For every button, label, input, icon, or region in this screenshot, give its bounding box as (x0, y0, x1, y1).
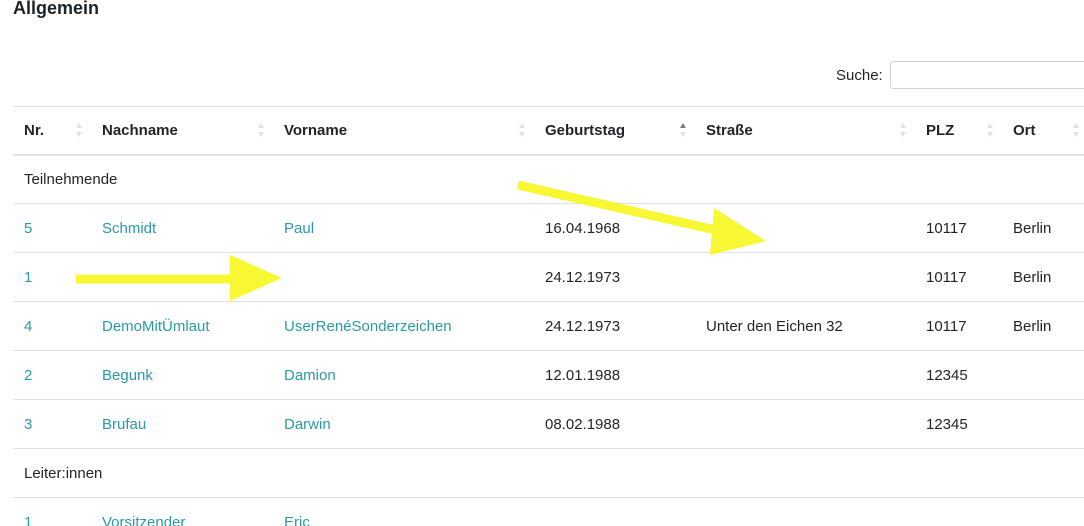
cell-nachname[interactable] (91, 252, 273, 302)
cell-nachname[interactable]: Begunk (91, 350, 273, 400)
sort-ascending-icon (680, 123, 686, 138)
cell-plz: 10117 (915, 203, 1002, 253)
sort-icon (519, 123, 525, 138)
column-header-vorname[interactable]: Vorname (273, 106, 534, 156)
participants-table: Nr. Nachname Vorname Geburtstag Straße P… (13, 106, 1084, 526)
cell-geburtstag: 12.01.1988 (534, 350, 695, 400)
section-title: Allgemein (13, 0, 100, 18)
column-header-ort[interactable]: Ort (1002, 106, 1084, 156)
cell-nr[interactable]: 5 (13, 203, 91, 253)
cell-ort (1002, 350, 1084, 400)
cell-strasse (695, 497, 915, 526)
sort-icon (1073, 123, 1079, 138)
cell-nachname[interactable]: DemoMitÜmlaut (91, 301, 273, 351)
cell-geburtstag: 08.02.1988 (534, 399, 695, 449)
table-row: 3 Brufau Darwin 08.02.1988 12345 (13, 399, 1084, 449)
sort-icon (900, 123, 906, 138)
column-header-strasse[interactable]: Straße (695, 106, 915, 156)
table-row: 5 Schmidt Paul 16.04.1968 10117 Berlin (13, 203, 1084, 253)
cell-ort: Berlin (1002, 301, 1084, 351)
cell-ort (1002, 399, 1084, 449)
cell-nr[interactable]: 4 (13, 301, 91, 351)
cell-strasse (695, 350, 915, 400)
group-row-leiterinnen: Leiter:innen (13, 448, 1084, 498)
cell-geburtstag (534, 497, 695, 526)
cell-geburtstag: 24.12.1973 (534, 252, 695, 302)
column-header-label: Nr. (24, 121, 45, 139)
cell-geburtstag: 16.04.1968 (534, 203, 695, 253)
cell-nr[interactable]: 1 (13, 252, 91, 302)
cell-nr[interactable]: 2 (13, 350, 91, 400)
cell-nr[interactable]: 3 (13, 399, 91, 449)
group-label: Teilnehmende (13, 154, 1084, 204)
cell-nr[interactable]: 1 (13, 497, 91, 526)
cell-strasse (695, 399, 915, 449)
page: Allgemein Suche: Nr. Nachname Vorname Ge… (0, 0, 1084, 526)
group-row-teilnehmende: Teilnehmende (13, 154, 1084, 204)
table-row: 4 DemoMitÜmlaut UserRenéSonderzeichen 24… (13, 301, 1084, 351)
sort-icon (987, 123, 993, 138)
cell-strasse (695, 203, 915, 253)
cell-plz: 12345 (915, 399, 1002, 449)
cell-vorname[interactable]: Paul (273, 203, 534, 253)
sort-icon (76, 123, 82, 138)
cell-vorname[interactable] (273, 252, 534, 302)
cell-vorname[interactable]: Darwin (273, 399, 534, 449)
column-header-label: Ort (1013, 121, 1036, 139)
column-header-plz[interactable]: PLZ (915, 106, 1002, 156)
search-box: Suche: (836, 61, 1084, 89)
cell-vorname[interactable]: UserRenéSonderzeichen (273, 301, 534, 351)
search-input[interactable] (889, 61, 1084, 89)
column-header-nr[interactable]: Nr. (13, 106, 91, 156)
column-header-nachname[interactable]: Nachname (91, 106, 273, 156)
cell-geburtstag: 24.12.1973 (534, 301, 695, 351)
cell-vorname[interactable]: Damion (273, 350, 534, 400)
table-row: 1 Vorsitzender Eric (13, 497, 1084, 526)
column-header-label: Straße (706, 121, 753, 139)
cell-plz: 12345 (915, 350, 1002, 400)
cell-strasse: Unter den Eichen 32 (695, 301, 915, 351)
column-header-label: PLZ (926, 121, 955, 139)
cell-nachname[interactable]: Vorsitzender (91, 497, 273, 526)
column-header-label: Geburtstag (545, 121, 626, 139)
cell-plz: 10117 (915, 301, 1002, 351)
group-label: Leiter:innen (13, 448, 1084, 498)
sort-icon (258, 123, 264, 138)
column-header-label: Nachname (102, 121, 178, 139)
search-label: Suche: (836, 66, 883, 84)
cell-nachname[interactable]: Schmidt (91, 203, 273, 253)
table-header-row: Nr. Nachname Vorname Geburtstag Straße P… (13, 106, 1084, 156)
column-header-geburtstag[interactable]: Geburtstag (534, 106, 695, 156)
cell-ort: Berlin (1002, 203, 1084, 253)
table-row: 1 24.12.1973 10117 Berlin (13, 252, 1084, 302)
cell-vorname[interactable]: Eric (273, 497, 534, 526)
cell-nachname[interactable]: Brufau (91, 399, 273, 449)
table-row: 2 Begunk Damion 12.01.1988 12345 (13, 350, 1084, 400)
column-header-label: Vorname (284, 121, 348, 139)
cell-plz (915, 497, 1002, 526)
cell-ort: Berlin (1002, 252, 1084, 302)
cell-ort (1002, 497, 1084, 526)
cell-strasse (695, 252, 915, 302)
cell-plz: 10117 (915, 252, 1002, 302)
